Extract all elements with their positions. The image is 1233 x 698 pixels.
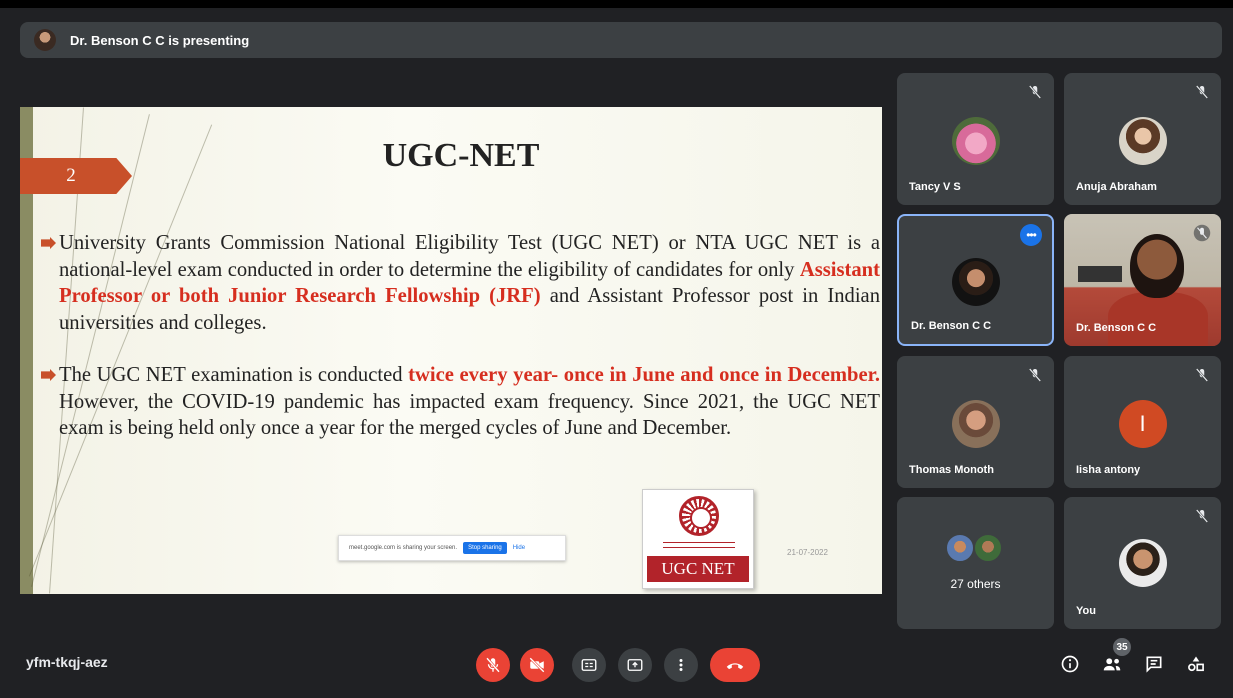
- presenter-banner: Dr. Benson C C is presenting: [20, 22, 1222, 58]
- participant-name: Iisha antony: [1076, 464, 1141, 476]
- info-icon: [1061, 655, 1079, 673]
- participant-tile[interactable]: I Iisha antony: [1064, 356, 1221, 488]
- participant-avatar: [951, 117, 1000, 165]
- activities-button[interactable]: [1184, 652, 1208, 676]
- present-screen-button[interactable]: [618, 648, 652, 682]
- slide-title: UGC-NET: [382, 137, 540, 174]
- mic-off-icon: [1195, 509, 1209, 523]
- participant-name: Tancy V S: [909, 181, 961, 193]
- present-icon: [627, 659, 643, 671]
- participant-video-tile[interactable]: Dr. Benson C C: [1064, 214, 1221, 346]
- others-count: 27 others: [950, 577, 1001, 591]
- window-top-edge: [0, 0, 1233, 8]
- participant-name: Dr. Benson C C: [1076, 322, 1157, 334]
- participant-tile[interactable]: Anuja Abraham: [1064, 73, 1221, 205]
- more-options-icon[interactable]: •••: [1020, 224, 1042, 246]
- shared-screen: 2 UGC-NET University Grants Commission N…: [20, 107, 882, 594]
- share-notice-text: meet.google.com is sharing your screen.: [349, 545, 458, 551]
- presenter-label: Dr. Benson C C is presenting: [70, 32, 250, 48]
- slide-body: University Grants Commission National El…: [41, 230, 880, 468]
- camera-toggle-button[interactable]: [520, 648, 554, 682]
- participant-avatar: [1118, 117, 1167, 165]
- chat-icon: [1146, 656, 1162, 673]
- bullet-arrow-icon: [41, 237, 56, 249]
- hang-up-icon: [726, 663, 744, 670]
- mic-off-icon: [1028, 85, 1042, 99]
- shapes-icon: [1188, 656, 1204, 672]
- people-icon: [1103, 658, 1121, 671]
- participant-avatar: [945, 533, 975, 563]
- video-person-body: [1108, 292, 1208, 346]
- mic-off-icon: [486, 657, 500, 673]
- meeting-code: yfm-tkqj-aez: [26, 654, 108, 670]
- slide-date: 21-07-2022: [787, 548, 828, 557]
- slide-bullet: The UGC NET examination is conducted twi…: [41, 362, 880, 442]
- people-button[interactable]: [1100, 652, 1124, 676]
- slide-bullet: University Grants Commission National El…: [41, 230, 880, 336]
- mic-toggle-button[interactable]: [476, 648, 510, 682]
- ugc-hindi-text: [663, 542, 735, 548]
- participant-avatar: [973, 533, 1003, 563]
- video-background-object: [1078, 266, 1122, 282]
- video-person-head: [1130, 234, 1184, 298]
- participant-avatar: [951, 258, 1000, 306]
- presenter-avatar: [34, 29, 56, 51]
- captions-button[interactable]: [572, 648, 606, 682]
- bullet-text: However, the COVID-19 pandemic has impac…: [59, 390, 880, 440]
- ugc-logo: UGC NET: [642, 489, 754, 589]
- ugc-logo-text: UGC NET: [647, 556, 749, 582]
- bullet-text: The UGC NET examination is conducted: [59, 364, 409, 386]
- leave-call-button[interactable]: [710, 648, 760, 682]
- mic-off-icon: [1028, 368, 1042, 382]
- participant-name: You: [1076, 605, 1096, 617]
- more-options-button[interactable]: [664, 648, 698, 682]
- participant-name: Dr. Benson C C: [911, 320, 992, 332]
- camera-off-icon: [529, 657, 545, 673]
- stop-sharing-button[interactable]: Stop sharing: [463, 542, 507, 554]
- participant-tile[interactable]: Thomas Monoth: [897, 356, 1054, 488]
- hide-notice-button[interactable]: Hide: [513, 545, 525, 551]
- participant-tile-active[interactable]: ••• Dr. Benson C C: [897, 214, 1054, 346]
- mic-off-icon: [1195, 85, 1209, 99]
- bullet-arrow-icon: [41, 369, 56, 381]
- participant-tile[interactable]: Tancy V S: [897, 73, 1054, 205]
- bullet-highlight: twice every year- once in June and once …: [408, 364, 880, 386]
- meeting-details-button[interactable]: [1058, 652, 1082, 676]
- mic-off-icon: [1193, 224, 1211, 242]
- more-vert-icon: [679, 659, 683, 671]
- mic-off-icon: [1195, 368, 1209, 382]
- participant-avatar: [951, 400, 1000, 448]
- others-tile[interactable]: 27 others: [897, 497, 1054, 629]
- captions-icon: [581, 659, 597, 671]
- participant-name: Thomas Monoth: [909, 464, 994, 476]
- ugc-emblem-icon: [679, 496, 719, 536]
- participant-avatar: [1118, 539, 1167, 587]
- screen-share-notice: meet.google.com is sharing your screen. …: [338, 535, 566, 561]
- participant-initial-avatar: I: [1118, 400, 1167, 448]
- self-tile[interactable]: You: [1064, 497, 1221, 629]
- chat-button[interactable]: [1142, 652, 1166, 676]
- bullet-text: University Grants Commission National El…: [59, 232, 880, 281]
- participant-name: Anuja Abraham: [1076, 181, 1157, 193]
